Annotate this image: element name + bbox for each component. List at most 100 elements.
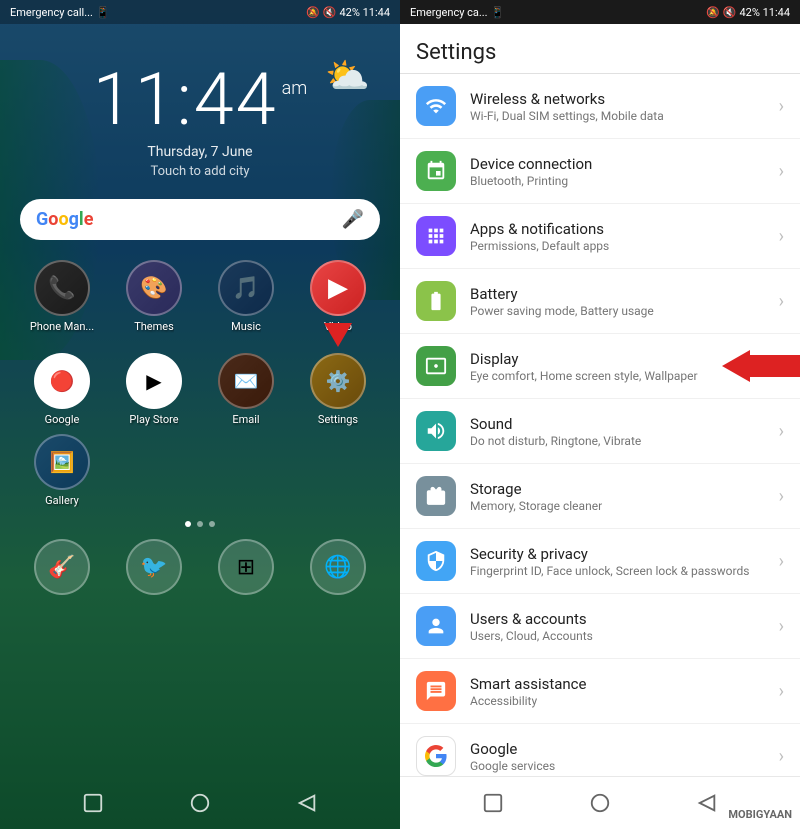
smart-icon-wrap <box>416 671 456 711</box>
right-nav-home[interactable] <box>586 789 614 817</box>
wireless-name: Wireless & networks <box>470 90 779 108</box>
settings-item-storage[interactable]: Storage Memory, Storage cleaner › <box>400 464 800 529</box>
right-mute-icon: 🔇 <box>723 6 737 19</box>
app-item-settings[interactable]: ⚙️ Settings <box>296 353 380 426</box>
dot-3 <box>209 521 215 527</box>
nav-back[interactable] <box>293 789 321 817</box>
app-label-video: Video <box>324 320 352 333</box>
app-icon-phone: 📞 <box>34 260 90 316</box>
google-search-bar[interactable]: Google 🎤 <box>20 199 380 240</box>
display-chevron: › <box>779 356 784 377</box>
dot-2 <box>197 521 203 527</box>
date-display: Thursday, 7 June <box>0 144 400 160</box>
apps-icon-wrap <box>416 216 456 256</box>
security-chevron: › <box>779 551 784 572</box>
app-label-music: Music <box>231 320 261 333</box>
app-label-gallery: Gallery <box>45 494 79 507</box>
app-icon-music: 🎵 <box>218 260 274 316</box>
settings-item-smart[interactable]: Smart assistance Accessibility › <box>400 659 800 724</box>
left-status-left: Emergency call... 📱 <box>10 6 110 19</box>
security-icon-wrap <box>416 541 456 581</box>
storage-sub: Memory, Storage cleaner <box>470 499 779 513</box>
battery-icon-wrap <box>416 281 456 321</box>
smart-name: Smart assistance <box>470 675 779 693</box>
right-dnd-icon: 🔕 <box>706 6 720 19</box>
device-text: Device connection Bluetooth, Printing <box>470 155 779 188</box>
settings-item-security[interactable]: Security & privacy Fingerprint ID, Face … <box>400 529 800 594</box>
app-item-music[interactable]: 🎵 Music <box>204 260 288 333</box>
right-nav-back[interactable] <box>693 789 721 817</box>
settings-item-wireless[interactable]: Wireless & networks Wi-Fi, Dual SIM sett… <box>400 74 800 139</box>
storage-name: Storage <box>470 480 779 498</box>
settings-item-sound[interactable]: Sound Do not disturb, Ringtone, Vibrate … <box>400 399 800 464</box>
right-emergency-text: Emergency ca... <box>410 6 488 19</box>
nav-square[interactable] <box>79 789 107 817</box>
dot-1 <box>185 521 191 527</box>
battery-chevron: › <box>779 291 784 312</box>
page-dots <box>0 521 400 527</box>
dock-item-3[interactable]: ⊞ <box>204 539 288 595</box>
users-name: Users & accounts <box>470 610 779 628</box>
app-item-playstore[interactable]: ▶ Play Store <box>112 353 196 426</box>
storage-chevron: › <box>779 486 784 507</box>
security-text: Security & privacy Fingerprint ID, Face … <box>470 545 779 578</box>
security-name: Security & privacy <box>470 545 779 563</box>
smart-sub: Accessibility <box>470 694 779 708</box>
app-item-google[interactable]: 🔴 Google <box>20 353 104 426</box>
storage-icon-wrap <box>416 476 456 516</box>
dock-item-4[interactable]: 🌐 <box>296 539 380 595</box>
device-name: Device connection <box>470 155 779 173</box>
right-nav-square[interactable] <box>479 789 507 817</box>
right-panel: Emergency ca... 📱 🔕 🔇 42% 11:44 Settings… <box>400 0 800 829</box>
smart-chevron: › <box>779 681 784 702</box>
sound-chevron: › <box>779 421 784 442</box>
settings-item-users[interactable]: Users & accounts Users, Cloud, Accounts … <box>400 594 800 659</box>
settings-item-display[interactable]: Display Eye comfort, Home screen style, … <box>400 334 800 399</box>
right-status-left: Emergency ca... 📱 <box>410 6 504 19</box>
app-item-themes[interactable]: 🎨 Themes <box>112 260 196 333</box>
google-chevron: › <box>779 746 784 767</box>
touch-city[interactable]: Touch to add city <box>0 164 400 179</box>
device-icon-wrap <box>416 151 456 191</box>
app-grid-row2: 🔴 Google ▶ Play Store ✉️ Email <box>0 343 400 517</box>
dock-item-2[interactable]: 🐦 <box>112 539 196 595</box>
nav-home[interactable] <box>186 789 214 817</box>
app-icon-email: ✉️ <box>218 353 274 409</box>
battery-name: Battery <box>470 285 779 303</box>
left-nav-bar <box>0 777 400 829</box>
settings-item-apps[interactable]: Apps & notifications Permissions, Defaul… <box>400 204 800 269</box>
app-item-gallery[interactable]: 🖼️ Gallery <box>20 434 104 507</box>
settings-item-battery[interactable]: Battery Power saving mode, Battery usage… <box>400 269 800 334</box>
watermark: MOBIGYAAN <box>728 808 792 821</box>
apps-name: Apps & notifications <box>470 220 779 238</box>
display-text: Display Eye comfort, Home screen style, … <box>470 350 779 383</box>
app-grid-row1: 📞 Phone Man... 🎨 Themes 🎵 Music ▶ Video <box>0 250 400 343</box>
dock-item-1[interactable]: 🎸 <box>20 539 104 595</box>
settings-title: Settings <box>416 40 784 65</box>
google-name: Google <box>470 740 779 758</box>
display-name: Display <box>470 350 779 368</box>
dnd-icon: 🔕 <box>306 6 320 19</box>
sound-text: Sound Do not disturb, Ringtone, Vibrate <box>470 415 779 448</box>
users-text: Users & accounts Users, Cloud, Accounts <box>470 610 779 643</box>
settings-header: Settings <box>400 24 800 74</box>
app-item-email[interactable]: ✉️ Email <box>204 353 288 426</box>
left-status-right: 🔕 🔇 42% 11:44 <box>306 6 390 19</box>
dock-icon-1: 🎸 <box>34 539 90 595</box>
app-item-video[interactable]: ▶ Video <box>296 260 380 333</box>
app-icon-playstore: ▶ <box>126 353 182 409</box>
settings-item-google[interactable]: Google Google services › <box>400 724 800 776</box>
mic-icon[interactable]: 🎤 <box>342 209 364 230</box>
battery-text-wrap: Battery Power saving mode, Battery usage <box>470 285 779 318</box>
sound-sub: Do not disturb, Ringtone, Vibrate <box>470 434 779 448</box>
users-icon-wrap <box>416 606 456 646</box>
apps-chevron: › <box>779 226 784 247</box>
app-label-google: Google <box>45 413 80 426</box>
emergency-call-text: Emergency call... <box>10 6 93 19</box>
display-sub: Eye comfort, Home screen style, Wallpape… <box>470 369 779 383</box>
settings-item-device[interactable]: Device connection Bluetooth, Printing › <box>400 139 800 204</box>
mute-icon: 🔇 <box>323 6 337 19</box>
device-sub: Bluetooth, Printing <box>470 174 779 188</box>
wireless-sub: Wi-Fi, Dual SIM settings, Mobile data <box>470 109 779 123</box>
app-item-phone[interactable]: 📞 Phone Man... <box>20 260 104 333</box>
